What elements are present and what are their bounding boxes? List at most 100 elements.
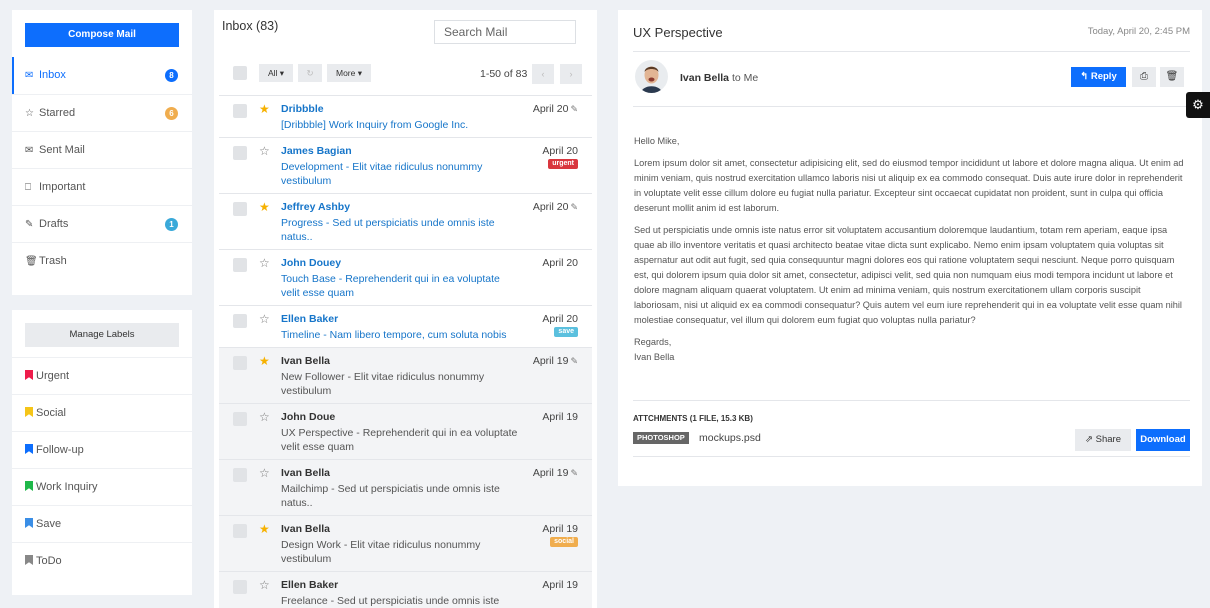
mail-sender: Ivan Bella — [281, 355, 331, 367]
mail-row[interactable]: ☆ James Bagian Development - Elit vitae ri… — [219, 137, 592, 193]
paperclip-icon: ✎ — [570, 356, 578, 366]
mail-subject-line: New Follower - Elit vitae ridiculus nonu… — [281, 371, 485, 397]
sender-avatar-icon — [635, 60, 668, 93]
mail-date: April 19 — [542, 411, 578, 423]
star-outline-icon[interactable]: ☆ — [259, 256, 270, 270]
mail-sender-line: Ivan Bella to Me — [680, 72, 758, 84]
more-dropdown[interactable]: More ▾ — [327, 64, 371, 82]
compose-mail-button[interactable]: Compose Mail — [25, 23, 179, 47]
prev-page-button[interactable]: ‹ — [532, 64, 554, 84]
sidebar-item-starred[interactable]: ☆ Starred 6 — [12, 94, 192, 131]
mail-date: April 19 — [542, 579, 578, 591]
mail-row[interactable]: ☆ Ellen Baker Timeline - Nam libero tempor… — [219, 305, 592, 347]
bookmark-icon — [25, 555, 33, 565]
star-filled-icon[interactable]: ★ — [259, 522, 270, 536]
star-outline-icon[interactable]: ☆ — [259, 144, 270, 158]
download-button[interactable]: Download — [1136, 429, 1190, 451]
mail-row[interactable]: ☆ John Douey Touch Base - Reprehenderit qu… — [219, 249, 592, 305]
mail-date: April 19 — [542, 523, 578, 535]
select-all-dropdown[interactable]: All ▾ — [259, 64, 293, 82]
mail-tag-badge: save — [554, 327, 578, 337]
share-button[interactable]: ⇗ Share — [1075, 429, 1131, 451]
sidebar-item-label: Starred — [39, 107, 76, 119]
gear-icon: ⚙ — [1192, 97, 1204, 112]
mail-checkbox[interactable] — [233, 580, 247, 594]
mail-checkbox[interactable] — [233, 104, 247, 118]
reply-button[interactable]: ↰ Reply — [1071, 67, 1126, 87]
label-urgent[interactable]: Urgent — [12, 357, 192, 394]
mail-date: April 19 ✎ — [533, 467, 578, 479]
select-all-checkbox[interactable] — [233, 66, 247, 80]
star-filled-icon[interactable]: ★ — [259, 200, 270, 214]
star-outline-icon[interactable]: ☆ — [259, 466, 270, 480]
delete-button[interactable]: 🗑 — [1160, 67, 1184, 87]
mail-checkbox[interactable] — [233, 468, 247, 482]
manage-labels-button[interactable]: Manage Labels — [25, 323, 179, 347]
mail-checkbox[interactable] — [233, 524, 247, 538]
mail-date: April 20 — [542, 145, 578, 157]
refresh-button[interactable]: ↻ — [298, 64, 322, 82]
mail-row[interactable]: ☆ Ellen Baker Freelance - Sed ut perspicia… — [219, 571, 592, 608]
settings-button[interactable]: ⚙ — [1186, 92, 1210, 118]
paperclip-icon: ✎ — [570, 202, 578, 212]
label-text: ToDo — [36, 555, 62, 567]
star-outline-icon[interactable]: ☆ — [259, 578, 270, 592]
paperclip-icon: ✎ — [570, 104, 578, 114]
star-outline-icon: ☆ — [25, 108, 34, 119]
mail-date-text: April 19 — [532, 355, 569, 367]
mail-date: April 19 ✎ — [533, 355, 578, 367]
star-outline-icon[interactable]: ☆ — [259, 312, 270, 326]
mail-checkbox[interactable] — [233, 314, 247, 328]
envelope-icon: ✉ — [25, 70, 34, 81]
mail-row[interactable]: ★ Dribbble [Dribbble] Work Inquiry from Go… — [219, 95, 592, 137]
print-button[interactable]: ⎙ — [1132, 67, 1156, 87]
chevron-left-icon: ‹ — [541, 69, 545, 79]
sidebar-item-drafts[interactable]: ✎ Drafts 1 — [12, 205, 192, 242]
mail-checkbox[interactable] — [233, 412, 247, 426]
label-todo[interactable]: ToDo — [12, 542, 192, 579]
sidebar-item-important[interactable]: ⎕ Important — [12, 168, 192, 205]
mail-subject-line: Timeline - Nam libero tempore, cum solut… — [281, 329, 507, 341]
labels-panel: Manage Labels Urgent Social Follow-up Work … — [12, 310, 192, 595]
bookmark-icon: ⎕ — [25, 182, 31, 193]
star-outline-icon[interactable]: ☆ — [259, 410, 270, 424]
sidebar-item-inbox[interactable]: ✉ Inbox 8 — [12, 57, 192, 94]
mail-checkbox[interactable] — [233, 146, 247, 160]
mail-checkbox[interactable] — [233, 356, 247, 370]
mail-paragraph: Sed ut perspiciatis unde omnis iste natu… — [634, 225, 1182, 325]
mail-row[interactable]: ★ Ivan Bella New Follower - Elit vitae rid… — [219, 347, 592, 403]
bookmark-icon — [25, 518, 33, 528]
mail-date-text: April 20 — [532, 201, 569, 213]
mail-row[interactable]: ☆ John Doue UX Perspective - Reprehenderit… — [219, 403, 592, 459]
mail-checkbox[interactable] — [233, 258, 247, 272]
mail-paragraph: Lorem ipsum dolor sit amet, consectetur … — [634, 158, 1184, 213]
inbox-panel: Inbox (83) All ▾ ↻ More ▾ 1-50 of 83 ‹ ›… — [214, 10, 597, 608]
folder-nav: ✉ Inbox 8 ☆ Starred 6 ✉ Sent Mail ⎕ Important ✎ Dra… — [12, 57, 192, 279]
star-filled-icon[interactable]: ★ — [259, 354, 270, 368]
mail-subject-line: Progress - Sed ut perspiciatis unde omni… — [281, 217, 495, 243]
star-filled-icon[interactable]: ★ — [259, 102, 270, 116]
sidebar-item-trash[interactable]: 🗑Trash — [12, 242, 192, 279]
label-save[interactable]: Save — [12, 505, 192, 542]
mail-row[interactable]: ☆ Ivan Bella Mailchimp - Sed ut perspiciat… — [219, 459, 592, 515]
label-social[interactable]: Social — [12, 394, 192, 431]
next-page-button[interactable]: › — [560, 64, 582, 84]
mail-row[interactable]: ★ Ivan Bella Design Work - Elit vitae ridi… — [219, 515, 592, 571]
bookmark-icon — [25, 407, 33, 417]
count-badge: 8 — [165, 69, 178, 82]
label-work-inquiry[interactable]: Work Inquiry — [12, 468, 192, 505]
divider — [633, 456, 1190, 457]
mail-subject-line: Mailchimp - Sed ut perspiciatis unde omn… — [281, 483, 500, 509]
attachment-name[interactable]: mockups.psd — [699, 432, 761, 444]
mail-sender: Jeffrey Ashby — [281, 201, 351, 213]
mail-checkbox[interactable] — [233, 202, 247, 216]
sidebar-item-sent-mail[interactable]: ✉ Sent Mail — [12, 131, 192, 168]
mail-subject-line: Development - Elit vitae ridiculus nonum… — [281, 161, 483, 187]
bookmark-icon — [25, 481, 33, 491]
mail-date: April 20 — [542, 257, 578, 269]
mail-subject-line: [Dribbble] Work Inquiry from Google Inc. — [281, 119, 469, 131]
mail-greeting: Hello Mike, — [634, 136, 680, 146]
search-input[interactable] — [434, 20, 576, 44]
mail-row[interactable]: ★ Jeffrey Ashby Progress - Sed ut perspici… — [219, 193, 592, 249]
label-follow-up[interactable]: Follow-up — [12, 431, 192, 468]
